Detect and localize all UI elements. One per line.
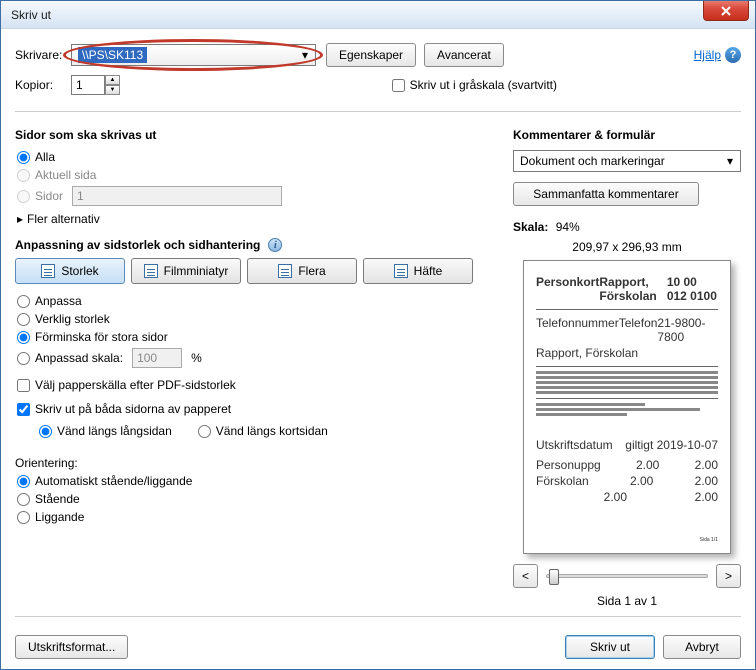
- multiple-tab[interactable]: Flera: [247, 258, 357, 284]
- pages-all-radio[interactable]: [17, 151, 30, 164]
- booklet-icon: [394, 264, 408, 278]
- pages-all-label: Alla: [35, 150, 55, 164]
- scale-text-label: Skala:: [513, 220, 548, 234]
- printer-select[interactable]: \\PS\SK113 ▾: [71, 44, 316, 66]
- chevron-down-icon: ▾: [723, 154, 737, 168]
- pages-current-label: Aktuell sida: [35, 168, 96, 182]
- chevron-down-icon: ▾: [298, 48, 312, 62]
- custom-scale-label: Anpassad skala:: [35, 351, 123, 365]
- page-indicator: Sida 1 av 1: [513, 594, 741, 608]
- flip-short-label: Vänd längs kortsidan: [216, 424, 328, 438]
- grayscale-checkbox[interactable]: [392, 79, 405, 92]
- print-button[interactable]: Skriv ut: [565, 635, 655, 659]
- more-options-label: Fler alternativ: [27, 212, 100, 226]
- grayscale-label: Skriv ut i gråskala (svartvitt): [410, 78, 557, 92]
- orient-landscape-label: Liggande: [35, 510, 84, 524]
- pages-current-radio: [17, 169, 30, 182]
- printer-label: Skrivare:: [15, 48, 71, 62]
- comments-select[interactable]: Dokument och markeringar ▾: [513, 150, 741, 172]
- orient-auto-label: Automatiskt stående/liggande: [35, 474, 192, 488]
- custom-scale-input: [132, 348, 182, 368]
- window-title: Skriv ut: [11, 8, 51, 22]
- multiple-icon: [278, 264, 292, 278]
- close-icon: [721, 6, 731, 16]
- info-icon[interactable]: i: [268, 238, 282, 252]
- advanced-button[interactable]: Avancerat: [424, 43, 504, 67]
- close-button[interactable]: [703, 1, 749, 21]
- spin-down-button[interactable]: ▼: [105, 85, 120, 95]
- copies-input[interactable]: [71, 75, 105, 95]
- help-icon: ?: [725, 47, 741, 63]
- flip-long-label: Vänd längs långsidan: [57, 424, 172, 438]
- custom-scale-radio[interactable]: [17, 352, 30, 365]
- sizing-heading: Anpassning av sidstorlek och sidhanterin…: [15, 238, 260, 252]
- duplex-checkbox[interactable]: [17, 403, 30, 416]
- properties-button[interactable]: Egenskaper: [326, 43, 416, 67]
- size-tab[interactable]: Storlek: [15, 258, 125, 284]
- duplex-label: Skriv ut på båda sidorna av papperet: [35, 402, 231, 416]
- paper-source-checkbox[interactable]: [17, 379, 30, 392]
- pages-range-input: [72, 186, 282, 206]
- orient-landscape-radio[interactable]: [17, 511, 30, 524]
- shrink-radio[interactable]: [17, 331, 30, 344]
- more-options-expander[interactable]: ▸ Fler alternativ: [17, 212, 495, 226]
- pages-heading: Sidor som ska skrivas ut: [15, 128, 495, 142]
- comments-selected: Dokument och markeringar: [520, 154, 665, 168]
- orient-auto-radio[interactable]: [17, 475, 30, 488]
- pages-range-label: Sidor: [35, 189, 63, 203]
- actual-label: Verklig storlek: [35, 312, 110, 326]
- chevron-right-icon: ▸: [17, 212, 23, 226]
- help-text: Hjälp: [694, 48, 721, 62]
- page-preview: PersonkortRapport, Förskolan10 00 012 01…: [523, 260, 731, 554]
- paper-source-label: Välj papperskälla efter PDF-sidstorlek: [35, 378, 236, 392]
- flip-short-radio[interactable]: [198, 425, 211, 438]
- flip-long-radio[interactable]: [39, 425, 52, 438]
- actual-radio[interactable]: [17, 313, 30, 326]
- page-dimensions: 209,97 x 296,93 mm: [513, 240, 741, 254]
- shrink-label: Förminska för stora sidor: [35, 330, 168, 344]
- next-page-button[interactable]: >: [716, 564, 741, 588]
- orientation-label: Orientering:: [15, 456, 495, 470]
- page-slider[interactable]: [546, 574, 708, 578]
- orient-portrait-radio[interactable]: [17, 493, 30, 506]
- summarize-button[interactable]: Sammanfatta kommentarer: [513, 182, 699, 206]
- slider-thumb[interactable]: [549, 569, 559, 585]
- scale-value: 94%: [556, 220, 580, 234]
- prev-page-button[interactable]: <: [513, 564, 538, 588]
- page-setup-button[interactable]: Utskriftsformat...: [15, 635, 128, 659]
- pages-range-radio: [17, 190, 30, 203]
- titlebar: Skriv ut: [1, 1, 755, 29]
- fit-radio[interactable]: [17, 295, 30, 308]
- booklet-tab[interactable]: Häfte: [363, 258, 473, 284]
- orient-portrait-label: Stående: [35, 492, 80, 506]
- copies-spinner[interactable]: ▲ ▼: [105, 75, 120, 95]
- custom-scale-unit: %: [191, 351, 202, 365]
- comments-heading: Kommentarer & formulär: [513, 128, 741, 142]
- fit-label: Anpassa: [35, 294, 82, 308]
- spin-up-button[interactable]: ▲: [105, 75, 120, 85]
- copies-label: Kopior:: [15, 78, 71, 92]
- thumbnails-tab[interactable]: Filmminiatyr: [131, 258, 241, 284]
- page-icon: [41, 264, 55, 278]
- printer-value: \\PS\SK113: [78, 47, 147, 63]
- thumbnails-icon: [144, 264, 158, 278]
- help-link[interactable]: Hjälp ?: [694, 47, 741, 63]
- cancel-button[interactable]: Avbryt: [663, 635, 741, 659]
